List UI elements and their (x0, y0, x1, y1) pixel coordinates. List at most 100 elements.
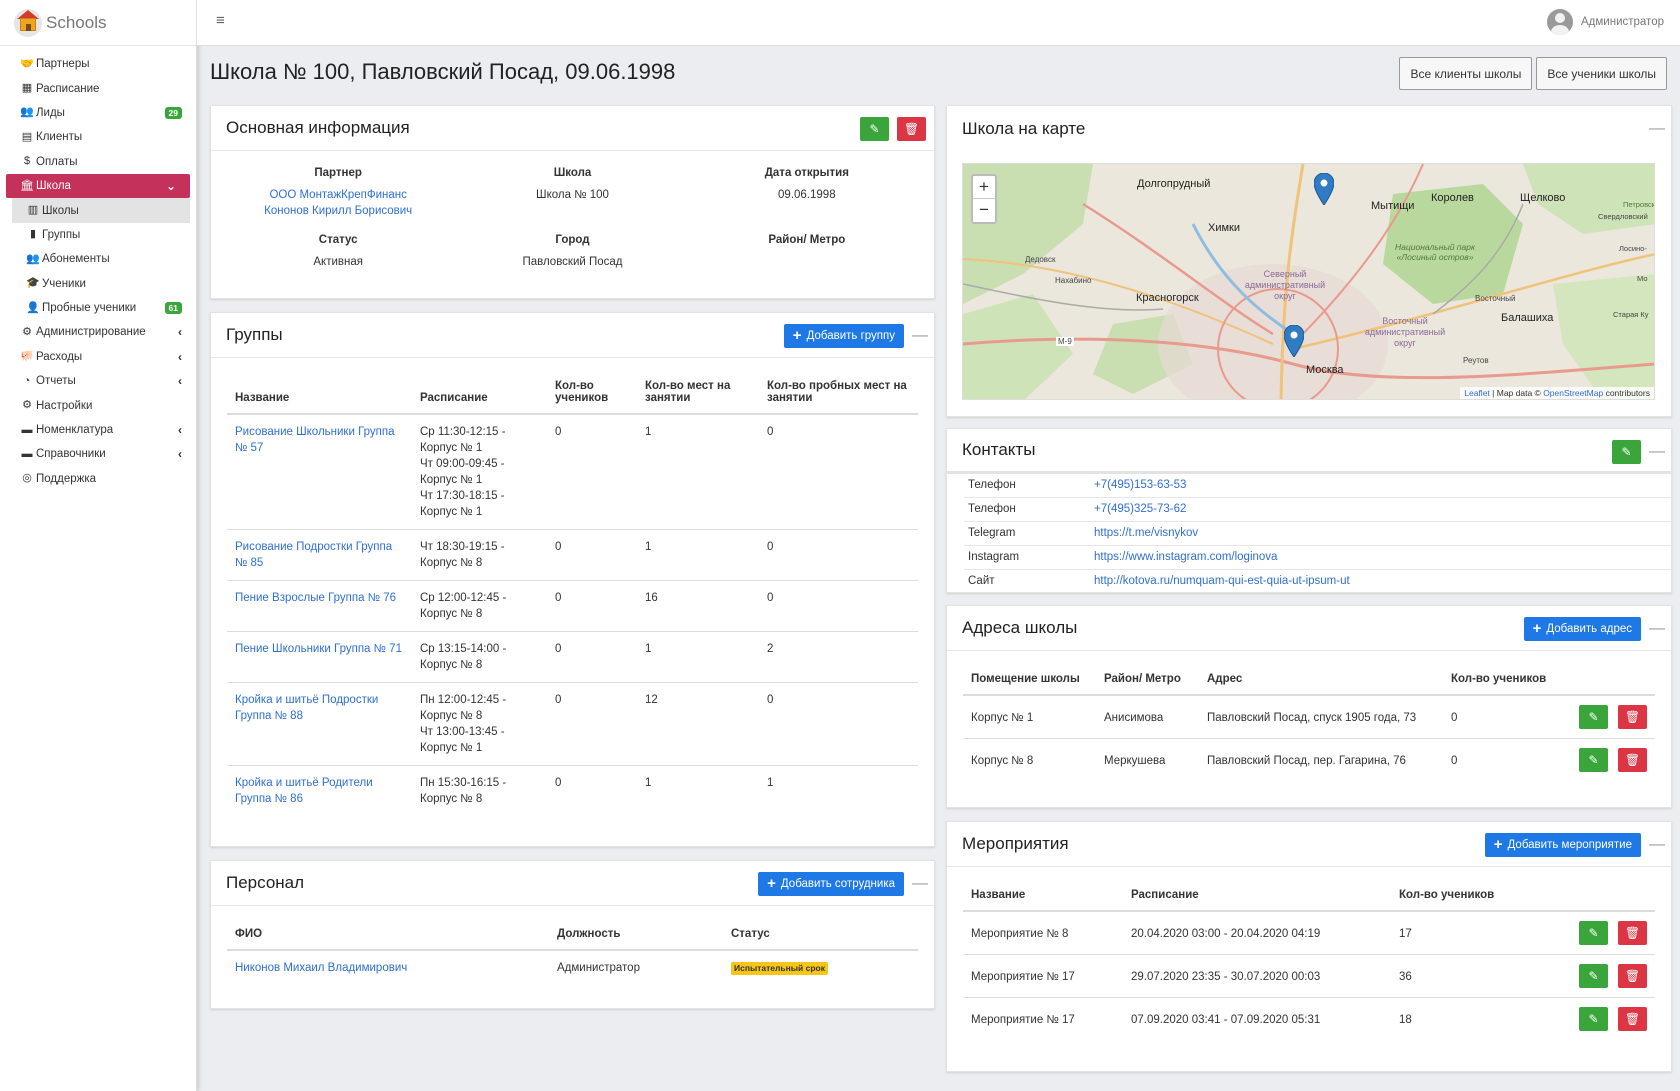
collapse-icon[interactable]: — (1649, 120, 1665, 138)
staff-link[interactable]: Никонов Михаил Владимирович (235, 962, 407, 974)
add-event-button[interactable]: + Добавить мероприятие (1484, 832, 1641, 857)
user-menu[interactable]: Администратор (1547, 9, 1664, 35)
edit-school-button[interactable]: ✎ (860, 116, 889, 141)
osm-link[interactable]: OpenStreetMap (1543, 388, 1603, 398)
add-staff-button[interactable]: + Добавить сотрудника (758, 871, 904, 896)
sidebar-item-7-books[interactable]: ▮ Группы (0, 223, 196, 247)
zoom-in-button[interactable]: + (973, 176, 995, 199)
delete-button[interactable]: 🗑 (1618, 964, 1647, 988)
edit-button[interactable]: ✎ (1579, 1007, 1608, 1031)
group-link[interactable]: Рисование Подростки Группа № 85 (235, 541, 392, 569)
menu-toggle-icon[interactable]: ≡ (216, 12, 225, 29)
group-link[interactable]: Пение Школьники Группа № 71 (235, 643, 402, 655)
sidebar-item-0-handshake[interactable]: 🤝 Партнеры (0, 52, 196, 76)
sidebar-item-label: Пробные ученики (42, 302, 137, 315)
delete-button[interactable]: 🗑 (1618, 705, 1647, 729)
map-attribution: Leaflet | Map data © OpenStreetMap contr… (1460, 387, 1654, 399)
contact-label: Instagram (968, 551, 1020, 563)
add-address-button[interactable]: + Добавить адрес (1523, 616, 1641, 641)
row-actions: ✎ 🗑 (1549, 921, 1647, 945)
group-link[interactable]: Пение Взрослые Группа № 76 (235, 592, 396, 604)
event-schedule: 29.07.2020 23:35 - 30.07.2020 00:03 (1131, 971, 1321, 983)
sidebar-item-12-piggy-bank[interactable]: 🐖 Расходы ‹ (0, 345, 196, 369)
map-marker-icon[interactable] (1314, 173, 1334, 205)
addresses-table: Помещение школы Район/ Метро Адрес Кол-в… (963, 673, 1655, 781)
money-icon: $ (23, 155, 31, 168)
delete-button[interactable]: 🗑 (1618, 921, 1647, 945)
sidebar-item-13-pie-chart[interactable]: ◔ Отчеты ‹ (0, 369, 196, 393)
edit-contacts-button[interactable]: ✎ (1612, 439, 1641, 464)
sidebar-item-10-user-plus[interactable]: 👤 Пробные ученики 61 (0, 296, 196, 320)
panel-title: Основная информация (226, 118, 410, 137)
all-clients-button[interactable]: Все клиенты школы (1399, 57, 1533, 90)
contact-link[interactable]: https://t.me/visnykov (1094, 527, 1198, 539)
edit-button[interactable]: ✎ (1579, 748, 1608, 772)
map-label: Королев (1431, 192, 1474, 204)
events-table: Название Расписание Кол-во учеников Меро… (963, 889, 1655, 1040)
sidebar-item-8-users[interactable]: 👥 Абонементы (0, 247, 196, 271)
contact-label: Телефон (968, 479, 1016, 491)
edit-button[interactable]: ✎ (1579, 921, 1608, 945)
partner-company-link[interactable]: ООО МонтажКрепФинанс (269, 189, 406, 201)
school-map[interactable]: + − Долгопрудный Мытищи Королев Щелково … (962, 163, 1655, 400)
staff-table: ФИО Должность Статус Никонов Михаил Влад… (227, 928, 918, 985)
sidebar-item-14-gears[interactable]: ⚙ Настройки (0, 393, 196, 417)
logo[interactable]: Schools (0, 0, 196, 46)
sidebar-item-6-building[interactable]: ▥ Школы (12, 198, 190, 223)
event-schedule: 07.09.2020 03:41 - 07.09.2020 05:31 (1131, 1014, 1321, 1026)
panel-title: Группы (226, 325, 283, 344)
group-link[interactable]: Кройка и шитьё Родители Группа № 86 (235, 777, 373, 805)
books-icon: ▮ (29, 228, 37, 241)
table-row: Пение Взрослые Группа № 76 Ср 12:00-12:45… (227, 581, 918, 632)
contacts-table: Телефон +7(495)153-63-53 Телефон +7(495)325… (964, 474, 1671, 593)
add-group-button[interactable]: + Добавить группу (783, 323, 904, 348)
zoom-out-button[interactable]: − (973, 199, 995, 222)
sidebar-item-17-lifebuoy[interactable]: ◎ Поддержка (0, 467, 196, 491)
sidebar-nav: 🤝 Партнеры ▦ Расписание 👥 Лиды 29 ▤ Клиенты $ Опла… (0, 46, 196, 491)
edit-button[interactable]: ✎ (1579, 705, 1608, 729)
group-link[interactable]: Кройка и шитьё Подростки Группа № 88 (235, 694, 378, 722)
book-icon: ▬ (21, 423, 33, 436)
sidebar-item-9-student[interactable]: 🎓 Ученики (0, 272, 196, 296)
contact-label: Telegram (968, 527, 1016, 539)
contact-link[interactable]: http://kotova.ru/numquam-qui-est-quia-ut… (1094, 575, 1350, 587)
schedule-line: Корпус № 1 (420, 506, 483, 518)
collapse-icon[interactable]: — (912, 327, 928, 345)
edit-button[interactable]: ✎ (1579, 964, 1608, 988)
trash-icon: 🗑 (1624, 753, 1641, 767)
sidebar-item-11-cogs[interactable]: ⚙ Администрирование ‹ (0, 320, 196, 344)
page-title: Школа № 100, Павловский Посад, 09.06.199… (210, 59, 676, 84)
map-marker-icon[interactable] (1284, 325, 1304, 357)
map-label: Нахабино (1055, 276, 1092, 285)
sidebar-item-label: Партнеры (36, 58, 90, 71)
sidebar-item-5-university[interactable]: 🏛 Школа ⌄ (6, 173, 190, 199)
collapse-icon[interactable]: — (912, 875, 928, 893)
delete-school-button[interactable]: 🗑 (897, 116, 926, 141)
event-name: Мероприятие № 17 (971, 1014, 1075, 1026)
app-name: Schools (46, 12, 107, 32)
collapse-icon[interactable]: — (1649, 836, 1665, 854)
map-label: Москва (1306, 364, 1344, 376)
sidebar-item-3-id-card[interactable]: ▤ Клиенты (0, 125, 196, 149)
schedule-line: Ср 11:30-12:15 - (420, 426, 506, 438)
schedule-line: Пн 15:30-16:15 - (420, 777, 507, 789)
group-link[interactable]: Рисование Школьники Группа № 57 (235, 426, 395, 454)
all-students-button[interactable]: Все ученики школы (1536, 57, 1667, 90)
collapse-icon[interactable]: — (1649, 443, 1665, 461)
contact-link[interactable]: +7(495)325-73-62 (1094, 503, 1186, 515)
delete-button[interactable]: 🗑 (1618, 748, 1647, 772)
delete-button[interactable]: 🗑 (1618, 1007, 1647, 1031)
schedule-line: Ср 12:00-12:45 - (420, 592, 507, 604)
sidebar-item-1-calendar[interactable]: ▦ Расписание (0, 76, 196, 100)
sidebar-item-2-users[interactable]: 👥 Лиды 29 (0, 101, 196, 125)
collapse-icon[interactable]: — (1649, 620, 1665, 638)
sidebar-item-4-money[interactable]: $ Оплаты (0, 150, 196, 174)
address-address: Павловский Посад, спуск 1905 года, 73 (1207, 712, 1417, 724)
leaflet-link[interactable]: Leaflet (1464, 388, 1490, 398)
trash-icon: 🗑 (1624, 1012, 1641, 1026)
partner-person-link[interactable]: Кононов Кирилл Борисович (264, 205, 412, 217)
sidebar-item-15-book[interactable]: ▬ Номенклатура ‹ (0, 418, 196, 442)
contact-link[interactable]: https://www.instagram.com/loginova (1094, 551, 1277, 563)
contact-link[interactable]: +7(495)153-63-53 (1094, 479, 1186, 491)
sidebar-item-16-book[interactable]: ▬ Справочники ‹ (0, 442, 196, 466)
